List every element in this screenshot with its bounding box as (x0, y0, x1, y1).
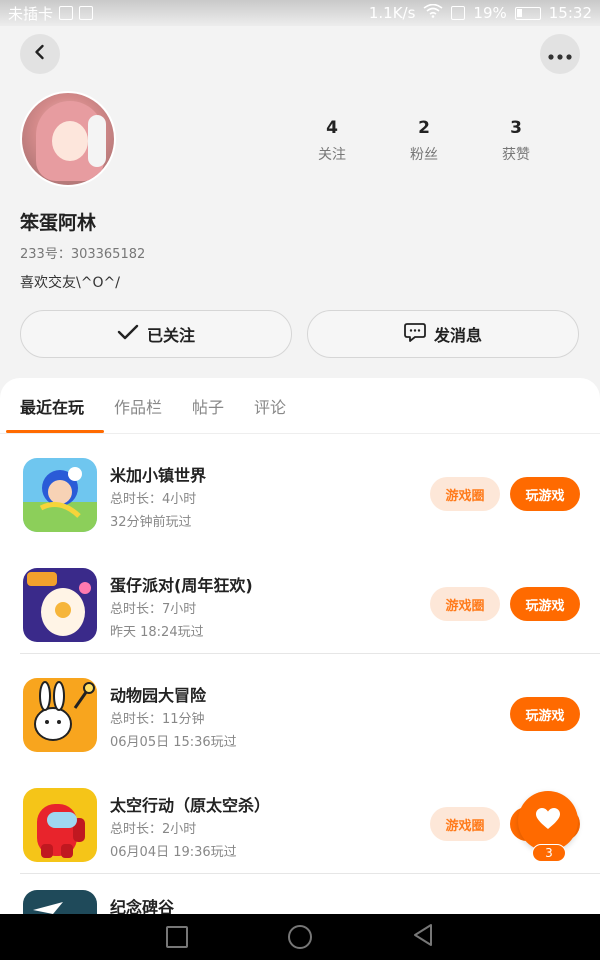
wifi-icon (423, 3, 443, 22)
tab-comments[interactable]: 评论 (254, 378, 286, 434)
play-game-button[interactable]: 玩游戏 (510, 477, 580, 511)
stat-followers[interactable]: 2 粉丝 (378, 118, 470, 164)
back-triangle-icon[interactable] (412, 923, 434, 951)
stat-following[interactable]: 4 关注 (286, 118, 378, 164)
clock: 15:32 (548, 4, 592, 22)
game-last-played: 06月04日 19:36玩过 (110, 845, 237, 860)
carrier-label: 未插卡 (8, 4, 54, 23)
more-icon (548, 45, 572, 64)
content-panel: 最近在玩 作品栏 帖子 评论 米加小镇世界 总时长：4小时 32分钟前玩过 游戏… (0, 378, 600, 916)
stat-label: 获赞 (502, 147, 530, 163)
game-duration: 总时长：4小时 (110, 492, 197, 507)
battery-percent: 19% (473, 4, 507, 22)
tab-recently-played[interactable]: 最近在玩 (20, 378, 84, 434)
system-nav-bar (0, 914, 600, 960)
check-icon (117, 324, 139, 344)
back-button[interactable] (20, 34, 60, 74)
stat-label: 关注 (318, 147, 346, 163)
avatar[interactable] (20, 91, 116, 187)
game-list: 米加小镇世界 总时长：4小时 32分钟前玩过 游戏圈 玩游戏 蛋仔派对(周年狂欢… (0, 434, 600, 916)
status-bar: 未插卡 1.1K/s 19% 15:32 (0, 0, 600, 26)
game-icon-eggy-party[interactable] (23, 568, 97, 642)
recent-apps-icon[interactable] (166, 926, 188, 948)
stat-label: 粉丝 (410, 147, 438, 163)
tab-posts[interactable]: 帖子 (192, 378, 224, 434)
bio: 喜欢交友\^O^/ (20, 275, 120, 291)
game-name: 纪念碑谷 (110, 898, 175, 916)
stat-value: 3 (510, 118, 522, 138)
send-message-label: 发消息 (433, 326, 482, 345)
game-last-played: 32分钟前玩过 (110, 515, 192, 530)
like-count-badge: 3 (532, 844, 566, 862)
followed-label: 已关注 (146, 326, 195, 345)
game-icon-monument-valley[interactable] (23, 890, 97, 916)
game-item[interactable]: 纪念碑谷 (0, 874, 600, 916)
tiktok-notification-icon (59, 6, 74, 20)
battery-icon (514, 6, 541, 20)
game-name: 动物园大冒险 (110, 686, 207, 705)
image-notification-icon (79, 6, 94, 20)
user-id: 233号：303365182 (20, 247, 146, 262)
send-message-button[interactable]: 发消息 (307, 310, 579, 358)
profile-header: 4 关注 2 粉丝 3 获赞 笨蛋阿林 233号：303365182 喜欢交友\… (0, 26, 600, 380)
game-circle-button[interactable]: 游戏圈 (430, 587, 500, 621)
game-item[interactable]: 动物园大冒险 总时长：11分钟 06月05日 15:36玩过 玩游戏 (0, 654, 600, 764)
sim-icon (451, 6, 466, 20)
profile-stats: 4 关注 2 粉丝 3 获赞 (286, 118, 562, 164)
tab-works[interactable]: 作品栏 (114, 378, 162, 434)
game-last-played: 昨天 18:24玩过 (110, 625, 204, 640)
game-name: 蛋仔派对(周年狂欢) (110, 576, 253, 595)
home-icon[interactable] (288, 925, 312, 949)
username: 笨蛋阿林 (20, 212, 97, 234)
game-icon-zoo-adventure[interactable] (23, 678, 97, 752)
followed-button[interactable]: 已关注 (20, 310, 292, 358)
chat-icon (404, 322, 426, 346)
game-item[interactable]: 米加小镇世界 总时长：4小时 32分钟前玩过 游戏圈 玩游戏 (0, 434, 600, 544)
game-last-played: 06月05日 15:36玩过 (110, 735, 237, 750)
stat-value: 2 (418, 118, 430, 138)
tab-bar: 最近在玩 作品栏 帖子 评论 (0, 378, 600, 434)
game-duration: 总时长：11分钟 (110, 712, 205, 727)
game-duration: 总时长：2小时 (110, 822, 197, 837)
heart-icon (535, 807, 561, 835)
more-button[interactable] (540, 34, 580, 74)
play-game-button[interactable]: 玩游戏 (510, 697, 580, 731)
game-name: 太空行动（原太空杀） (110, 796, 271, 815)
game-circle-button[interactable]: 游戏圈 (430, 807, 500, 841)
active-tab-indicator (6, 430, 104, 433)
stat-value: 4 (326, 118, 338, 138)
network-speed: 1.1K/s (368, 4, 416, 22)
game-duration: 总时长：7小时 (110, 602, 197, 617)
game-icon-space-action[interactable] (23, 788, 97, 862)
game-item[interactable]: 蛋仔派对(周年狂欢) 总时长：7小时 昨天 18:24玩过 游戏圈 玩游戏 (0, 544, 600, 654)
back-icon (32, 44, 48, 64)
game-circle-button[interactable]: 游戏圈 (430, 477, 500, 511)
game-item[interactable]: 太空行动（原太空杀） 总时长：2小时 06月04日 19:36玩过 游戏圈 玩游… (0, 764, 600, 874)
play-game-button[interactable]: 玩游戏 (510, 587, 580, 621)
like-button[interactable] (518, 791, 578, 851)
game-icon-miga-town[interactable] (23, 458, 97, 532)
game-name: 米加小镇世界 (110, 466, 207, 485)
stat-likes[interactable]: 3 获赞 (470, 118, 562, 164)
